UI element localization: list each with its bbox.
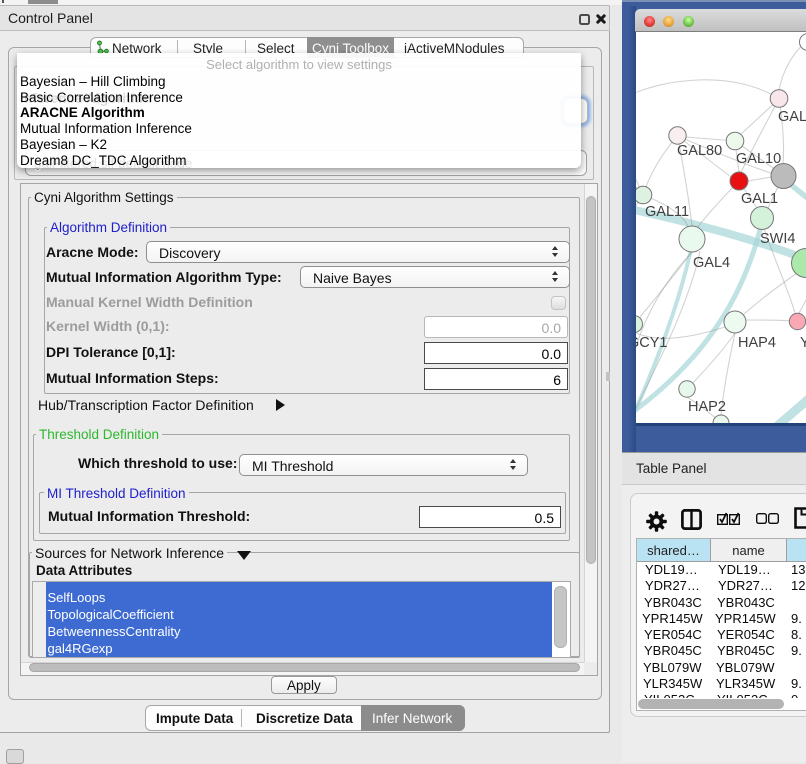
svg-text:GAL1: GAL1 [741, 191, 778, 207]
svg-text:GAL80: GAL80 [677, 143, 722, 159]
svg-text:GAL4: GAL4 [693, 255, 730, 271]
svg-text:GCY1: GCY1 [636, 335, 668, 351]
svg-text:HAP2: HAP2 [688, 399, 726, 415]
svg-text:GAL: GAL [778, 109, 806, 125]
svg-text:HAP4: HAP4 [738, 335, 776, 351]
svg-text:SWI4: SWI4 [760, 231, 795, 247]
svg-text:GAL10: GAL10 [736, 151, 781, 167]
svg-text:GAL11: GAL11 [645, 204, 689, 220]
svg-text:Y: Y [800, 335, 806, 351]
